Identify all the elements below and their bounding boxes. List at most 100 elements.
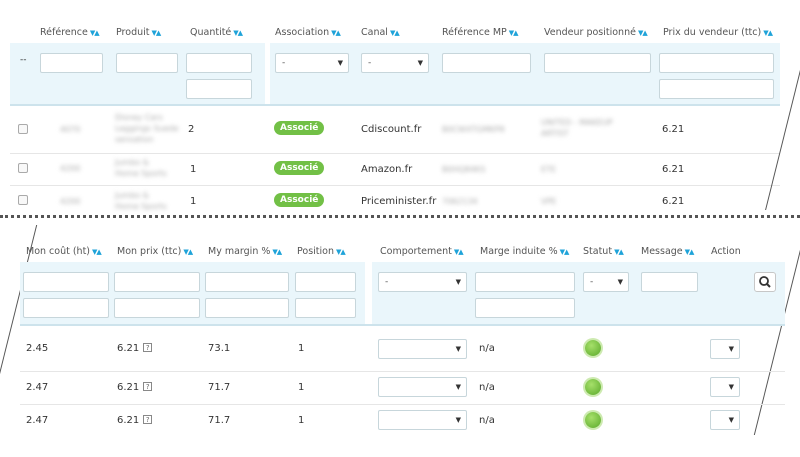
redacted-vendeur: VPE [541, 197, 557, 206]
row-checkbox[interactable] [18, 163, 28, 173]
filter-position-max-input[interactable] [295, 298, 356, 318]
filter-prix-max-input[interactable] [659, 79, 774, 99]
filter-prix-max-input[interactable] [114, 298, 200, 318]
header-reference[interactable]: Référence ▼▲ [40, 27, 100, 38]
row-mon-cout: 2.47 [26, 382, 49, 393]
redacted-reference: 4200 [60, 197, 81, 206]
status-ok-icon [585, 412, 601, 428]
header-my-margin[interactable]: My margin % ▼▲ [208, 246, 282, 257]
section-separator [0, 215, 800, 218]
sort-arrows-icon[interactable]: ▼▲ [92, 248, 102, 256]
search-button[interactable] [754, 272, 776, 292]
filter-marge-max-input[interactable] [475, 298, 575, 318]
header-quantite[interactable]: Quantité ▼▲ [190, 27, 243, 38]
sort-arrows-icon[interactable]: ▼▲ [509, 29, 519, 37]
filter-divider [20, 324, 785, 326]
header-message[interactable]: Message ▼▲ [641, 246, 695, 257]
help-icon[interactable]: ? [143, 415, 153, 424]
row-comportement-select[interactable]: ▼ [378, 339, 467, 359]
header-vendeur[interactable]: Vendeur positionné ▼▲ [544, 27, 648, 38]
redacted-vendeur: UNITED - MAKEUP ARTIST [541, 118, 613, 138]
sort-arrows-icon[interactable]: ▼▲ [685, 248, 695, 256]
sort-arrows-icon[interactable]: ▼▲ [272, 248, 282, 256]
caret-down-icon: ▼ [728, 345, 734, 353]
row-checkbox[interactable] [18, 124, 28, 134]
filter-quantite-max-input[interactable] [186, 79, 252, 99]
header-statut[interactable]: Statut ▼▲ [583, 246, 624, 257]
filter-statut-select[interactable]: - ▼ [583, 272, 629, 292]
sort-arrows-icon[interactable]: ▼▲ [336, 248, 346, 256]
row-marge-induite: n/a [479, 382, 495, 393]
header-marge-induite[interactable]: Marge induite % ▼▲ [480, 246, 570, 257]
redacted-produit: Jumbo & Home Sports [115, 158, 167, 178]
caret-down-icon: ▼ [728, 383, 734, 391]
sort-arrows-icon[interactable]: ▼▲ [638, 29, 648, 37]
filter-association-select[interactable]: - ▼ [275, 53, 349, 73]
caret-down-icon: ▼ [455, 416, 461, 424]
sort-arrows-icon[interactable]: ▼▲ [152, 29, 162, 37]
filter-cout-max-input[interactable] [23, 298, 109, 318]
header-reference-mp[interactable]: Référence MP ▼▲ [442, 27, 519, 38]
row-checkbox[interactable] [18, 195, 28, 205]
filter-marge-min-input[interactable] [475, 272, 575, 292]
filter-vendeur-input[interactable] [544, 53, 651, 73]
sort-arrows-icon[interactable]: ▼▲ [233, 29, 243, 37]
row-quantite: 1 [190, 196, 197, 207]
sort-arrows-icon[interactable]: ▼▲ [560, 248, 570, 256]
row-comportement-select[interactable]: ▼ [378, 410, 467, 430]
caret-down-icon: ▼ [455, 278, 461, 286]
filter-produit-input[interactable] [116, 53, 178, 73]
row-quantite: 2 [188, 124, 195, 135]
sort-arrows-icon[interactable]: ▼▲ [390, 29, 400, 37]
row-my-margin: 73.1 [208, 343, 231, 354]
redacted-produit: Disney Cars Leggings Suede sensation [115, 113, 179, 144]
row-action-select[interactable]: ▼ [710, 377, 740, 397]
filter-margin-max-input[interactable] [205, 298, 289, 318]
row-mon-prix: 6.21? [117, 343, 153, 354]
sort-arrows-icon[interactable]: ▼▲ [183, 248, 193, 256]
filter-quantite-min-input[interactable] [186, 53, 252, 73]
help-icon[interactable]: ? [143, 382, 153, 391]
header-position[interactable]: Position ▼▲ [297, 246, 346, 257]
row-comportement-select[interactable]: ▼ [378, 377, 467, 397]
header-mon-cout[interactable]: Mon coût (ht) ▼▲ [26, 246, 102, 257]
row-prix-vendeur: 6.21 [662, 164, 685, 175]
sort-arrows-icon[interactable]: ▼▲ [614, 248, 624, 256]
filter-reference-mp-input[interactable] [442, 53, 531, 73]
header-comportement[interactable]: Comportement ▼▲ [380, 246, 464, 257]
sort-arrows-icon[interactable]: ▼▲ [90, 29, 100, 37]
filter-message-input[interactable] [641, 272, 698, 292]
row-my-margin: 71.7 [208, 415, 231, 426]
row-mon-cout: 2.47 [26, 415, 49, 426]
filter-reference-input[interactable] [40, 53, 103, 73]
filter-canal-select[interactable]: - ▼ [361, 53, 429, 73]
filter-prix-min-input[interactable] [114, 272, 200, 292]
row-action-select[interactable]: ▼ [710, 339, 740, 359]
row-canal: Priceminister.fr [361, 196, 437, 207]
header-mon-prix[interactable]: Mon prix (ttc) ▼▲ [117, 246, 193, 257]
row-action-select[interactable]: ▼ [710, 410, 740, 430]
help-icon[interactable]: ? [143, 343, 153, 352]
status-ok-icon [585, 340, 601, 356]
sort-arrows-icon[interactable]: ▼▲ [454, 248, 464, 256]
caret-down-icon: ▼ [417, 59, 423, 67]
row-mon-prix: 6.21? [117, 415, 153, 426]
filter-margin-min-input[interactable] [205, 272, 289, 292]
caret-down-icon: ▼ [337, 59, 343, 67]
filter-prix-min-input[interactable] [659, 53, 774, 73]
sort-arrows-icon[interactable]: ▼▲ [763, 29, 773, 37]
row-marge-induite: n/a [479, 415, 495, 426]
filter-position-min-input[interactable] [295, 272, 356, 292]
row-mon-prix: 6.21? [117, 382, 153, 393]
redacted-vendeur: ETE [541, 165, 556, 174]
row-divider [10, 153, 780, 154]
header-canal[interactable]: Canal ▼▲ [361, 27, 400, 38]
header-prix-vendeur[interactable]: Prix du vendeur (ttc) ▼▲ [663, 27, 773, 38]
caret-down-icon: ▼ [455, 383, 461, 391]
association-badge: Associé [274, 193, 325, 207]
filter-cout-min-input[interactable] [23, 272, 109, 292]
header-association[interactable]: Association ▼▲ [275, 27, 341, 38]
sort-arrows-icon[interactable]: ▼▲ [331, 29, 341, 37]
header-produit[interactable]: Produit ▼▲ [116, 27, 162, 38]
filter-comportement-select[interactable]: - ▼ [378, 272, 467, 292]
